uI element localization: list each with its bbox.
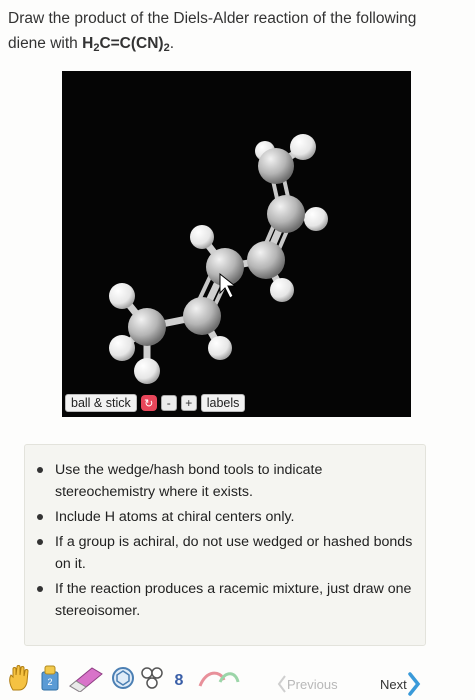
instructions-list: Use the wedge/hash bond tools to indicat…: [25, 445, 425, 622]
next-label: Next: [380, 676, 407, 692]
instruction-item: Include H atoms at chiral centers only.: [37, 506, 415, 528]
chevron-left-icon: [277, 675, 286, 693]
instruction-item: If a group is achiral, do not use wedged…: [37, 531, 415, 575]
ring-template-icon[interactable]: [110, 664, 136, 692]
eraser-icon[interactable]: [66, 664, 106, 692]
next-button[interactable]: Next: [380, 670, 421, 698]
viewer-controls: ball & stick ↻ - + labels: [65, 392, 246, 414]
diene-ball-and-stick-model: [109, 134, 328, 384]
labels-toggle[interactable]: labels: [200, 394, 246, 412]
chain-tool-icon[interactable]: [139, 664, 169, 692]
hand-tool-icon[interactable]: [6, 664, 32, 692]
question-prefix: Draw the product of the Diels-Alder reac…: [8, 10, 417, 52]
chevron-right-icon: [407, 672, 420, 696]
zoom-in-button[interactable]: +: [180, 395, 197, 411]
charge-tool-icon[interactable]: 8: [168, 664, 190, 692]
bond-tool-icon[interactable]: 2: [38, 664, 62, 692]
molecule-viewer[interactable]: ball & stick ↻ - + labels: [62, 71, 411, 417]
zoom-out-button[interactable]: -: [160, 395, 177, 411]
instructions-box: Use the wedge/hash bond tools to indicat…: [24, 444, 426, 646]
previous-label: Previous: [287, 676, 338, 692]
instruction-item: Use the wedge/hash bond tools to indicat…: [37, 459, 415, 503]
reagent-formula: H2C=C(CN)2: [82, 35, 170, 54]
question-text: Draw the product of the Diels-Alder reac…: [8, 10, 417, 54]
svg-text:8: 8: [175, 672, 184, 689]
arrow-tool-icon[interactable]: [194, 664, 242, 692]
previous-button[interactable]: Previous: [277, 670, 338, 698]
svg-text:2: 2: [47, 677, 52, 687]
reset-view-icon[interactable]: ↻: [140, 395, 157, 411]
instruction-item: If the reaction produces a racemic mixtu…: [37, 578, 415, 622]
ball-and-stick-toggle[interactable]: ball & stick: [65, 394, 137, 412]
